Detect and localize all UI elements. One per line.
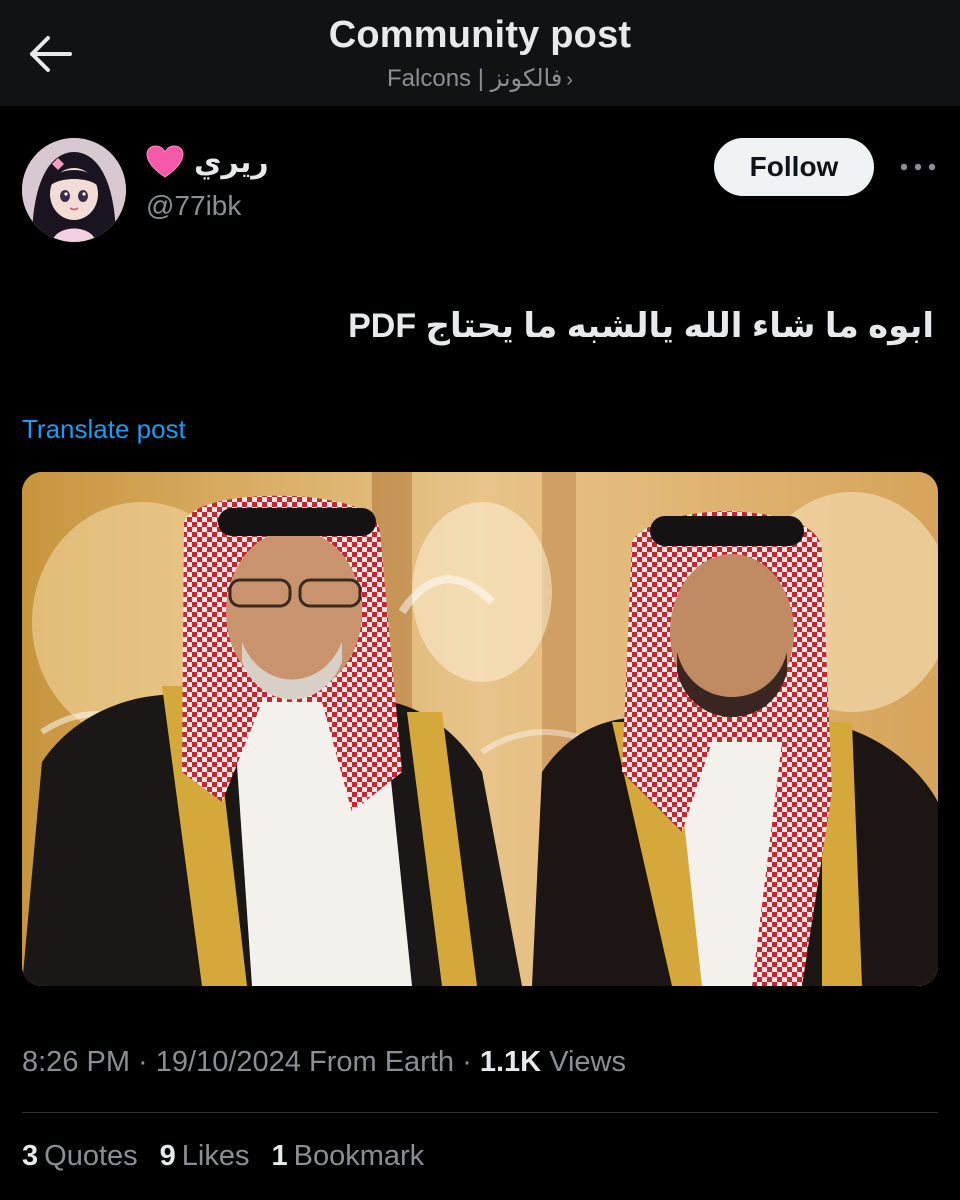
engagement-stats: 3 Quotes 9 Likes 1 Bookmark [22,1140,424,1173]
avatar[interactable] [22,138,126,242]
post-text: ابوه ما شاء الله يالشبه ما يحتاج PDF [348,307,934,345]
quotes-stat[interactable]: 3 Quotes [22,1140,138,1173]
post-source: From Earth [300,1046,455,1078]
pink-heart-icon [146,145,184,178]
separator: · [454,1046,480,1078]
separator: · [130,1046,156,1078]
community-link[interactable]: Falcons | فالكونز › [0,64,960,93]
author-display-name: ريري [194,145,269,179]
author-name-row[interactable]: ريري [146,142,269,182]
divider [22,1112,938,1113]
photo-image [22,472,938,986]
ellipsis-icon [900,163,936,171]
community-name: Falcons | فالكونز [387,65,563,92]
post-time[interactable]: 8:26 PM [22,1046,130,1078]
quotes-count: 3 [22,1140,39,1172]
likes-count: 9 [159,1140,176,1172]
bookmarks-stat[interactable]: 1 Bookmark [271,1140,424,1173]
views-label: Views [541,1046,626,1078]
likes-stat[interactable]: 9 Likes [160,1140,250,1173]
views-count[interactable]: 1.1K [480,1046,541,1078]
likes-label: Likes [181,1140,250,1172]
bookmarks-label: Bookmark [293,1140,425,1172]
post-timestamp-line: 8:26 PM · 19/10/2024 From Earth · 1.1K V… [22,1046,626,1079]
bookmarks-count: 1 [271,1140,288,1172]
chevron-right-icon: › [566,69,573,91]
top-bar: Community post Falcons | فالكونز › [0,0,960,106]
post-photo[interactable] [22,472,938,986]
post-date[interactable]: 19/10/2024 [156,1046,301,1078]
quotes-label: Quotes [44,1140,138,1172]
more-options-button[interactable] [896,150,940,184]
avatar-image [22,138,126,242]
translate-post-link[interactable]: Translate post [22,414,186,445]
follow-button[interactable]: Follow [714,138,874,196]
author-handle[interactable]: @77ibk [146,190,241,222]
page-title: Community post [328,14,632,56]
